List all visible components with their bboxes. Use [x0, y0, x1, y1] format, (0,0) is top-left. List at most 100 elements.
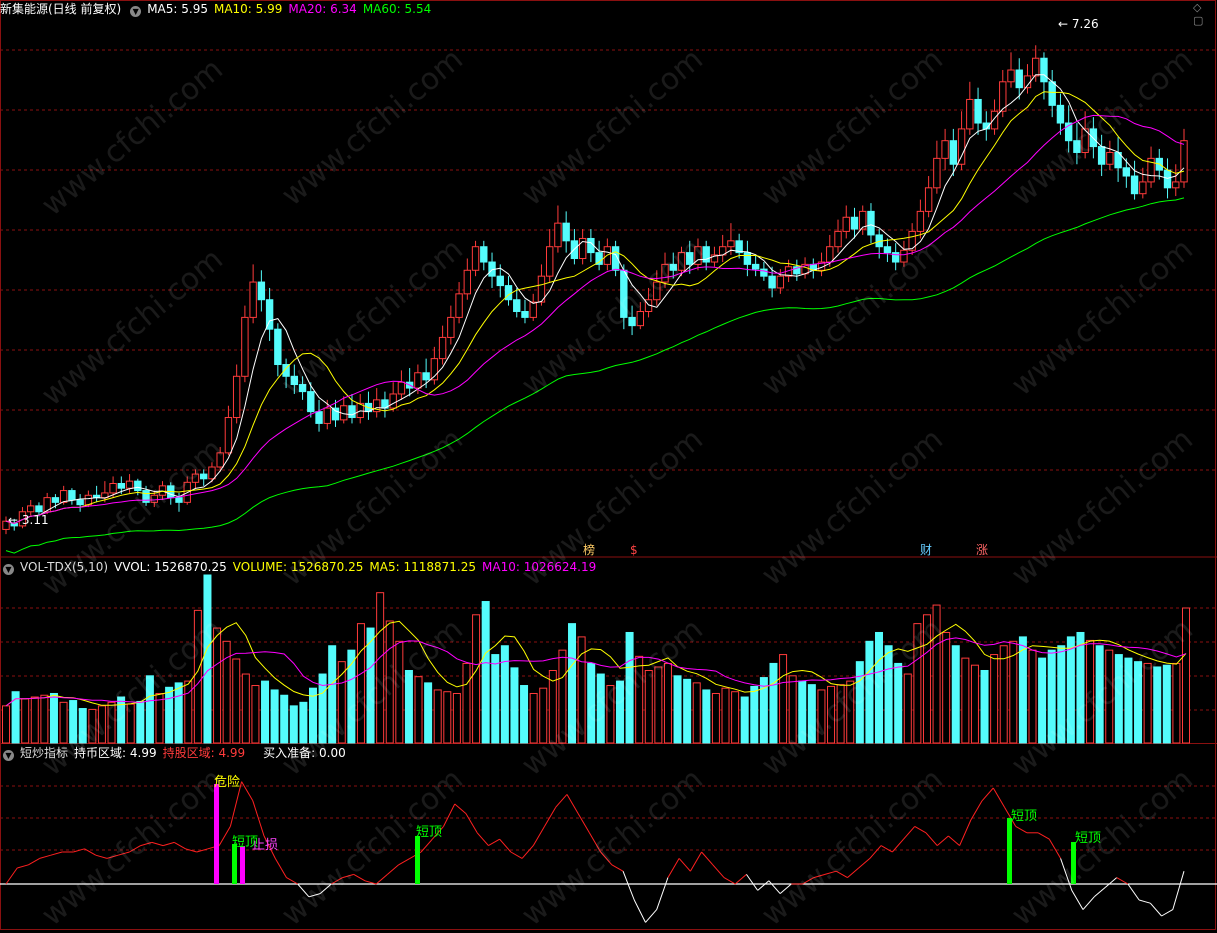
collapse-icon[interactable]: ▼: [3, 564, 14, 575]
volume-bar: [913, 623, 922, 744]
volume-bar: [683, 678, 692, 744]
indicator-line: [678, 858, 691, 872]
candle-body: [677, 252, 686, 271]
indicator-line: [734, 874, 747, 885]
indicator-line: [903, 826, 916, 840]
indicator-line: [151, 841, 164, 847]
volume-bar: [97, 705, 106, 744]
volume-bar: [1066, 636, 1075, 744]
volume-bar: [990, 654, 999, 744]
volume-bar: [568, 623, 577, 744]
volume-bar: [615, 680, 624, 744]
candle-body: [760, 268, 768, 277]
volume-bar: [750, 685, 759, 744]
indicator-line: [959, 819, 972, 846]
indicator-line: [353, 873, 366, 882]
candle-body: [315, 411, 323, 424]
volume-bar: [136, 700, 145, 744]
candle-body: [636, 311, 645, 327]
candle-body: [842, 216, 850, 232]
candle-body: [1106, 151, 1114, 165]
candle-body: [949, 140, 958, 165]
indicator-line: [319, 883, 332, 894]
candle-body: [447, 316, 455, 338]
volume-bar: [788, 675, 797, 744]
indicator-line: [645, 909, 658, 923]
ma20-line: [5, 114, 1185, 525]
indicator-line: [925, 832, 938, 846]
candle-body: [529, 301, 537, 318]
candle-body: [669, 263, 677, 271]
volume-bar: [1182, 607, 1190, 744]
signal-bar: [1007, 818, 1012, 884]
signal-bar: [232, 844, 237, 884]
collapse-icon[interactable]: ▼: [3, 750, 14, 761]
indicator-line: [835, 870, 848, 879]
indicator-line: [813, 873, 826, 879]
ma5-line: [5, 74, 1185, 525]
volume-bar: [241, 673, 250, 744]
indicator-line: [948, 835, 960, 846]
max-price-label: ← 7.26: [1058, 17, 1099, 31]
indicator-line: [95, 854, 108, 859]
volume-bar: [59, 701, 68, 744]
volume-bar: [961, 657, 970, 744]
ma60-label: MA60: 5.54: [362, 2, 432, 16]
candle-body: [768, 275, 776, 289]
collapse-icon[interactable]: ▼: [130, 6, 142, 17]
indicator-line: [39, 854, 52, 859]
volume-bar: [232, 658, 241, 744]
indicator-line: [914, 825, 927, 834]
volume-bar: [145, 675, 154, 744]
volume-bar: [126, 703, 135, 744]
volume-bar: [472, 614, 481, 744]
indicator-line: [1105, 877, 1118, 888]
volume-bar: [270, 689, 279, 744]
stock-chart-window: ← 7.26 ← 3.11 榜 $ 财涨危险 短顶 止损 短顶 短顶 短顶 新集能源(日线 前复权…: [0, 0, 1217, 933]
candle-body: [274, 328, 282, 366]
diamond-icon[interactable]: ◇ ▢: [1193, 1, 1215, 27]
chart-canvas[interactable]: ← 7.26← 3.11榜 $ 财涨危险短顶止损短顶短顶短顶: [0, 0, 1217, 930]
volume-bar: [1162, 664, 1171, 744]
candle-body: [59, 490, 68, 503]
candle-body: [51, 497, 60, 503]
indicator-line: [140, 841, 152, 847]
volume-bar: [865, 640, 874, 744]
indicator-line: [936, 835, 949, 846]
candle-body: [1032, 57, 1040, 77]
candle-body: [1056, 104, 1065, 124]
candle-body: [727, 240, 735, 248]
volume-label: VOLUME: 1526870.25: [232, 560, 364, 574]
volume-bar: [510, 667, 519, 744]
min-price-label: ← 3.11: [8, 513, 49, 527]
indicator-line: [241, 781, 254, 802]
signal-bar: [240, 846, 245, 884]
volume-bar: [404, 669, 413, 744]
candle-body: [1007, 69, 1015, 83]
volume-bar: [376, 592, 385, 744]
candle-body: [521, 311, 529, 318]
indicator-line: [1037, 832, 1050, 840]
volume-bar: [711, 692, 720, 744]
vol-ma10-label: MA10: 1026624.19: [482, 560, 597, 574]
candle-body: [389, 393, 397, 409]
candle-body: [414, 372, 422, 389]
indicator-line: [689, 851, 703, 872]
candle-body: [323, 407, 331, 424]
indicator-line: [532, 826, 545, 846]
volume-bar: [193, 609, 202, 744]
signal-annotation: 短顶: [1075, 831, 1101, 846]
volume-bar: [251, 685, 260, 744]
indicator-line: [398, 857, 411, 866]
event-marker: 涨: [976, 542, 988, 557]
volume-bar: [596, 673, 605, 744]
event-marker: $: [630, 543, 638, 557]
ma60-line: [5, 197, 1185, 554]
candle-body: [257, 281, 266, 301]
candle-body: [595, 252, 603, 265]
volume-bar: [942, 631, 951, 744]
volume-bar: [491, 654, 500, 744]
candle-body: [1172, 181, 1180, 189]
candle-body: [471, 246, 480, 271]
indicator-line: [454, 803, 467, 814]
